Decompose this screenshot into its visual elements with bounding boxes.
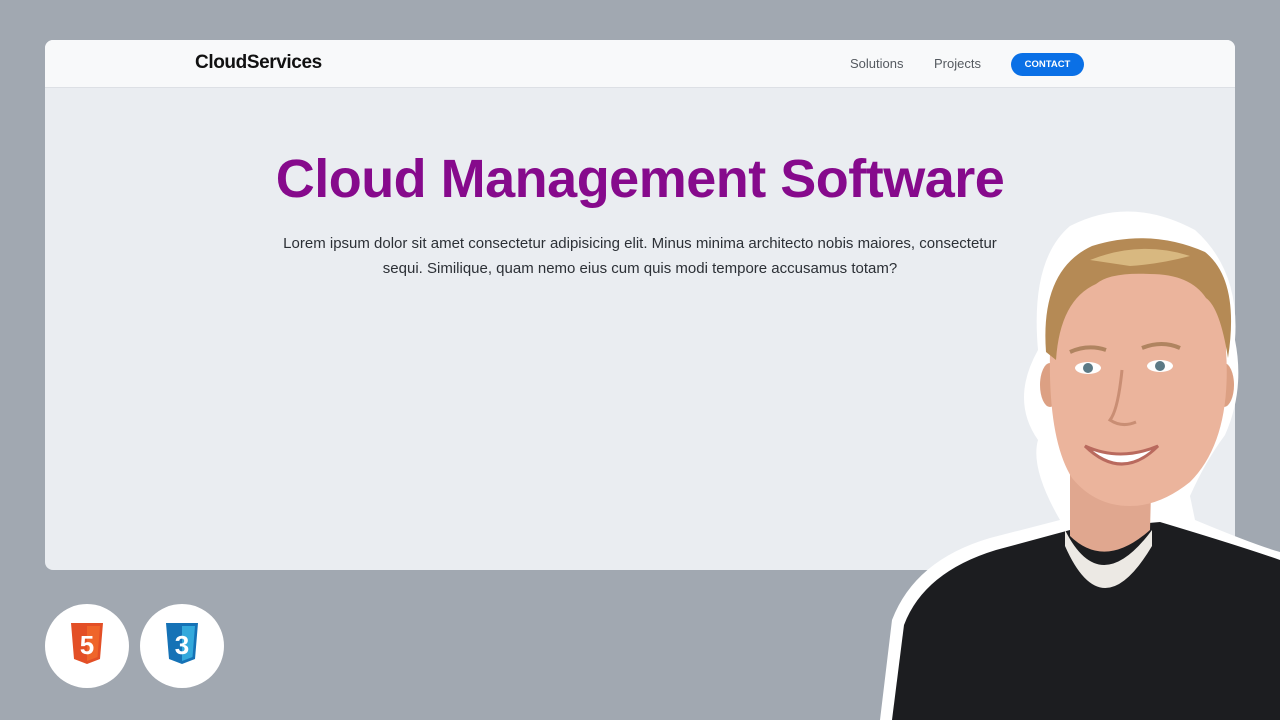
css3-icon: 3 (166, 623, 198, 664)
presenter-photo (880, 211, 1280, 720)
css3-glyph: 3 (175, 630, 189, 660)
nav-link-projects[interactable]: Projects (934, 56, 981, 71)
nav-link-solutions[interactable]: Solutions (850, 56, 903, 71)
html5-badge: 5 (45, 604, 129, 688)
contact-button[interactable]: CONTACT (1011, 53, 1084, 76)
html5-glyph: 5 (80, 630, 94, 660)
css3-badge: 3 (140, 604, 224, 688)
html5-icon: 5 (71, 623, 103, 664)
navbar: CloudServices Solutions Projects CONTACT (45, 40, 1235, 88)
brand-logo[interactable]: CloudServices (195, 52, 322, 74)
